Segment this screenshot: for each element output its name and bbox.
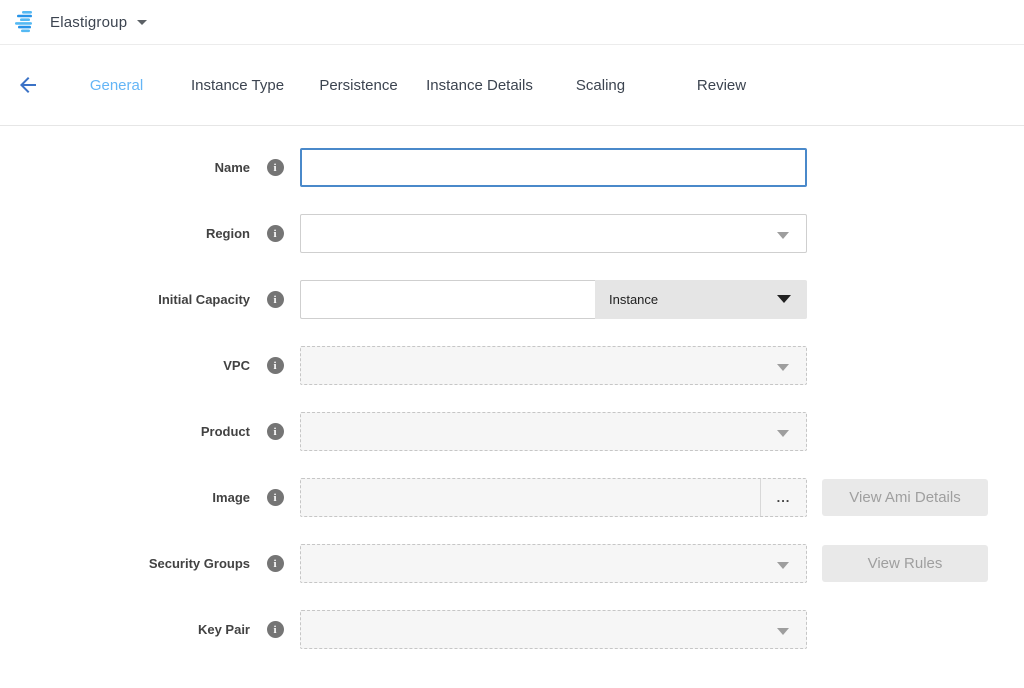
chevron-down-icon (777, 430, 789, 437)
initial-capacity-label: Initial Capacity (0, 292, 250, 307)
key-pair-label: Key Pair (0, 622, 250, 637)
chevron-down-icon (777, 232, 789, 239)
product-label: Product (0, 424, 250, 439)
info-icon[interactable]: i (267, 489, 284, 506)
image-label: Image (0, 490, 250, 505)
tab-instance-details[interactable]: Instance Details (419, 77, 540, 94)
product-row: Product i (0, 412, 1024, 451)
tab-general[interactable]: General (56, 77, 177, 94)
region-select[interactable] (300, 214, 807, 253)
image-browse-button[interactable]: ... (760, 479, 806, 516)
elastigroup-logo-icon (14, 10, 41, 34)
chevron-down-icon[interactable] (137, 20, 147, 25)
view-ami-details-button[interactable]: View Ami Details (822, 479, 988, 516)
view-rules-button[interactable]: View Rules (822, 545, 988, 582)
info-icon[interactable]: i (267, 225, 284, 242)
name-label: Name (0, 160, 250, 175)
vpc-label: VPC (0, 358, 250, 373)
name-row: Name i (0, 148, 1024, 187)
wizard-tabs: General Instance Type Persistence Instan… (56, 77, 782, 94)
key-pair-row: Key Pair i (0, 610, 1024, 649)
app-switcher-label[interactable]: Elastigroup (50, 14, 127, 31)
vpc-select (300, 346, 807, 385)
chevron-down-icon (777, 562, 789, 569)
image-field: ... (300, 478, 807, 517)
info-icon[interactable]: i (267, 159, 284, 176)
info-icon[interactable]: i (267, 555, 284, 572)
security-groups-label: Security Groups (0, 556, 250, 571)
initial-capacity-input[interactable] (300, 280, 595, 319)
arrow-left-icon (16, 73, 40, 97)
tab-review[interactable]: Review (661, 77, 782, 94)
info-icon[interactable]: i (267, 291, 284, 308)
key-pair-select (300, 610, 807, 649)
image-row: Image i ... View Ami Details (0, 478, 1024, 517)
tab-persistence[interactable]: Persistence (298, 77, 419, 94)
vpc-row: VPC i (0, 346, 1024, 385)
initial-capacity-row: Initial Capacity i Instance (0, 280, 1024, 319)
info-icon[interactable]: i (267, 357, 284, 374)
tab-scaling[interactable]: Scaling (540, 77, 661, 94)
tab-instance-type[interactable]: Instance Type (177, 77, 298, 94)
security-groups-row: Security Groups i View Rules (0, 544, 1024, 583)
top-bar: Elastigroup (0, 0, 1024, 45)
region-row: Region i (0, 214, 1024, 253)
general-form: Name i Region i Initial Capacity i Insta… (0, 126, 1024, 649)
security-groups-select (300, 544, 807, 583)
name-input[interactable] (300, 148, 807, 187)
region-label: Region (0, 226, 250, 241)
info-icon[interactable]: i (267, 423, 284, 440)
chevron-down-icon (777, 628, 789, 635)
back-button[interactable] (0, 65, 56, 105)
image-selected-value (301, 479, 760, 516)
capacity-unit-selected-value: Instance (609, 292, 658, 307)
info-icon[interactable]: i (267, 621, 284, 638)
chevron-down-icon (777, 364, 789, 371)
product-select (300, 412, 807, 451)
wizard-tab-bar: General Instance Type Persistence Instan… (0, 45, 1024, 126)
chevron-down-icon (777, 295, 791, 303)
capacity-unit-select[interactable]: Instance (595, 280, 807, 319)
